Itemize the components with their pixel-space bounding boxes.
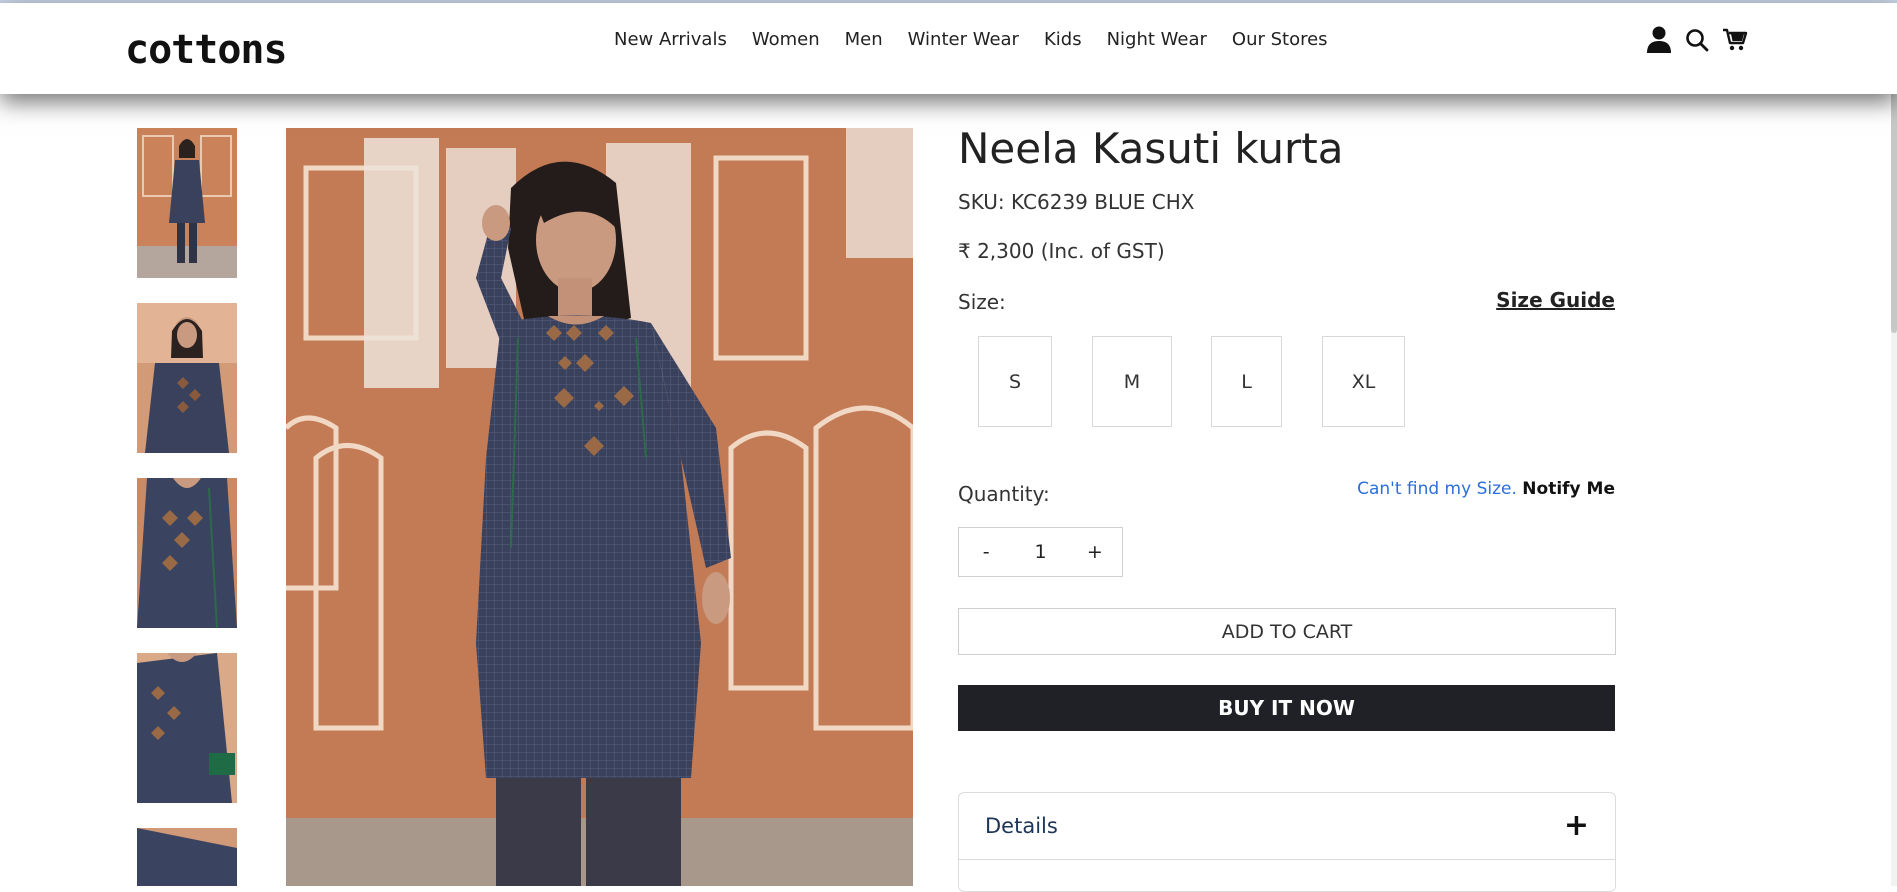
nav-item-kids[interactable]: Kids: [1044, 29, 1082, 50]
add-to-cart-button[interactable]: ADD TO CART: [958, 608, 1616, 655]
main-product-image[interactable]: [286, 128, 913, 886]
page-scrollbar[interactable]: [1891, 3, 1897, 886]
nav-item-winter-wear[interactable]: Winter Wear: [908, 29, 1019, 50]
user-icon[interactable]: [1644, 25, 1674, 55]
thumbnail-image-1[interactable]: [137, 128, 237, 278]
nav-item-women[interactable]: Women: [752, 29, 820, 50]
site-header: cottons New Arrivals Women Men Winter We…: [0, 3, 1897, 94]
nav-item-men[interactable]: Men: [845, 29, 883, 50]
product-price: ₹ 2,300 (Inc. of GST): [958, 239, 1165, 263]
thumbnail-image-5[interactable]: [137, 828, 237, 886]
thumbnail-image-2[interactable]: [137, 303, 237, 453]
details-accordion: Details +: [958, 792, 1616, 892]
cant-find-size-text: Can't find my Size.: [1357, 479, 1517, 499]
details-accordion-header[interactable]: Details +: [959, 793, 1615, 860]
buy-it-now-button[interactable]: BUY IT NOW: [958, 685, 1615, 731]
thumbnail-image-4[interactable]: [137, 653, 237, 803]
product-title: Neela Kasuti kurta: [958, 124, 1344, 173]
cart-icon[interactable]: [1720, 25, 1750, 55]
search-icon[interactable]: [1682, 25, 1712, 55]
quantity-stepper: - 1 +: [958, 527, 1123, 577]
brand-logo[interactable]: cottons: [125, 27, 288, 73]
size-guide-link[interactable]: Size Guide: [1496, 288, 1615, 312]
size-option-m[interactable]: M: [1092, 336, 1172, 427]
quantity-value[interactable]: 1: [1013, 541, 1067, 563]
notify-me-text: Can't find my Size. Notify Me: [1357, 479, 1615, 499]
details-label: Details: [985, 814, 1058, 838]
size-option-s[interactable]: S: [978, 336, 1052, 427]
main-nav: New Arrivals Women Men Winter Wear Kids …: [614, 29, 1328, 50]
size-option-l[interactable]: L: [1211, 336, 1282, 427]
quantity-increase-button[interactable]: +: [1068, 541, 1122, 563]
quantity-decrease-button[interactable]: -: [959, 541, 1013, 563]
product-sku: SKU: KC6239 BLUE CHX: [958, 190, 1195, 214]
notify-me-link[interactable]: Notify Me: [1522, 479, 1615, 499]
size-label: Size:: [958, 290, 1006, 314]
nav-item-night-wear[interactable]: Night Wear: [1107, 29, 1207, 50]
size-option-xl[interactable]: XL: [1322, 336, 1405, 427]
nav-item-new-arrivals[interactable]: New Arrivals: [614, 29, 727, 50]
nav-item-our-stores[interactable]: Our Stores: [1232, 29, 1328, 50]
plus-icon[interactable]: +: [1564, 811, 1589, 841]
thumbnail-image-3[interactable]: [137, 478, 237, 628]
quantity-label: Quantity:: [958, 482, 1050, 506]
